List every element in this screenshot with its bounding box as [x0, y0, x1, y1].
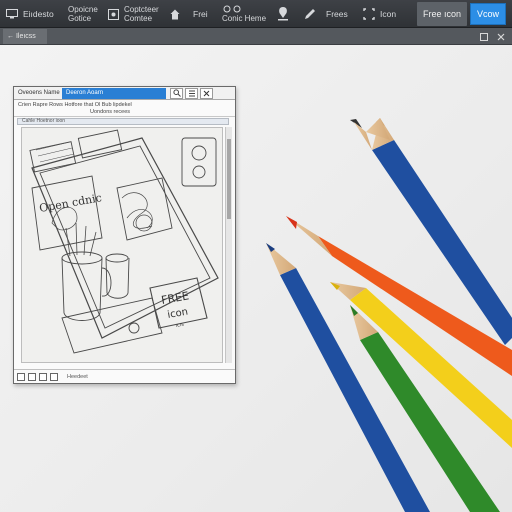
- colored-pencils: [266, 118, 512, 512]
